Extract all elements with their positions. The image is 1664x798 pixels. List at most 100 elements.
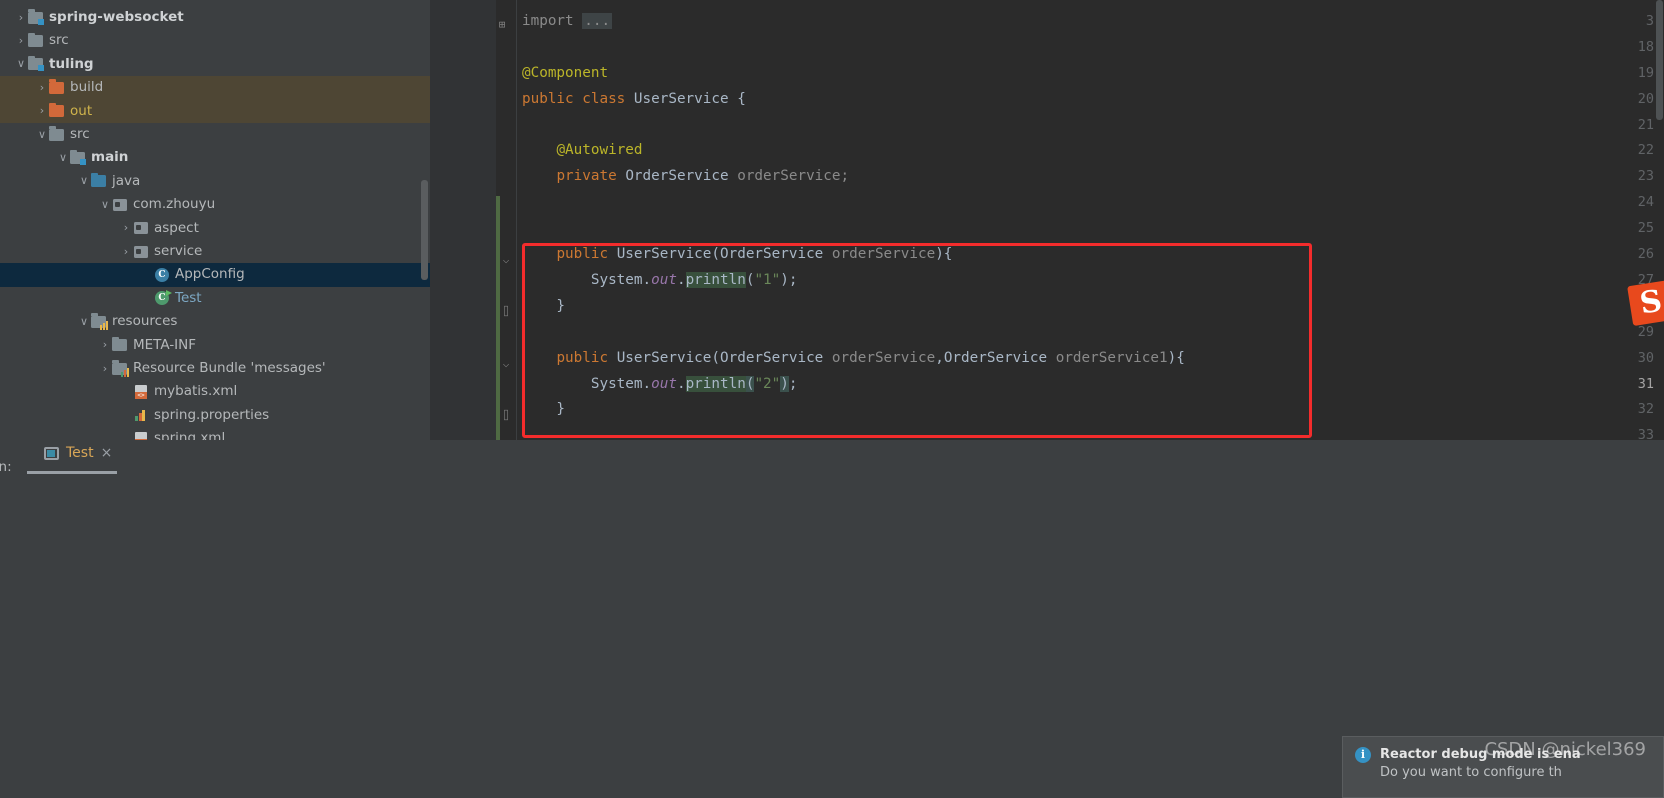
tree-item-build[interactable]: › build <box>0 76 430 100</box>
notification-popup[interactable]: i Reactor debug mode is ena Do you want … <box>1342 736 1664 798</box>
gutter-line-number: 30 <box>1637 349 1654 366</box>
notification-subtitle: Do you want to configure th <box>1380 765 1562 780</box>
fold-collapse-icon[interactable]: ⌵ <box>500 254 512 266</box>
editor-gutter[interactable] <box>430 0 496 440</box>
folder-sources-icon <box>91 172 106 188</box>
chevron-right-icon[interactable]: › <box>35 104 49 118</box>
chevron-right-icon[interactable]: › <box>98 338 112 352</box>
code-line[interactable]: System.out.println("1"); <box>522 271 797 288</box>
folder-excluded-icon <box>49 102 64 118</box>
chevron-right-icon[interactable]: › <box>35 81 49 95</box>
run-configuration-icon <box>44 446 59 460</box>
run-window-header: un: <box>0 452 1664 482</box>
tree-item-aspect[interactable]: › aspect <box>0 217 430 240</box>
code-line[interactable]: public UserService(OrderService orderSer… <box>522 350 1184 366</box>
fold-collapse-icon[interactable]: ⌵ <box>500 358 512 370</box>
tree-item-resource-bundle-messages[interactable]: › Resource Bundle 'messages' <box>0 357 430 380</box>
tree-item-out[interactable]: › out <box>0 99 430 123</box>
code-line[interactable]: } <box>522 298 565 314</box>
tree-item-label: build <box>70 79 104 96</box>
chevron-down-icon[interactable]: ∨ <box>14 57 28 71</box>
gutter-line-number: 24 <box>1637 194 1654 211</box>
chevron-right-icon[interactable]: › <box>14 11 28 25</box>
tree-item-label: src <box>70 125 90 142</box>
run-window-label: un: <box>0 459 12 475</box>
gutter-line-number: 21 <box>1637 116 1654 133</box>
chevron-right-icon[interactable]: › <box>14 34 28 48</box>
tree-item-label: AppConfig <box>175 266 245 283</box>
tree-item-com-zhouyu[interactable]: ∨ com.zhouyu <box>0 193 430 216</box>
tree-item-label: mybatis.xml <box>154 383 238 400</box>
code-editor[interactable]: 2318192021222324252627282930313233 ⊞⌵⌷⌵⌷… <box>430 0 1664 440</box>
package-icon <box>134 245 148 258</box>
tree-scrollbar-thumb[interactable] <box>421 180 428 280</box>
tree-item-mybatis-xml[interactable]: mybatis.xml <box>0 380 430 403</box>
editor-scrollbar-thumb[interactable] <box>1656 0 1663 120</box>
info-icon: i <box>1355 747 1371 763</box>
chevron-right-icon[interactable]: › <box>119 245 133 259</box>
tree-item-label: src <box>49 32 69 49</box>
tree-item-label: Test <box>175 289 202 306</box>
gutter-line-number: 19 <box>1637 64 1654 81</box>
tree-item-label: tuling <box>49 55 94 72</box>
gutter-line-number: 22 <box>1637 142 1654 159</box>
chevron-right-icon[interactable]: › <box>119 221 133 235</box>
chevron-down-icon[interactable]: ∨ <box>77 174 91 188</box>
folder-module-icon <box>28 9 44 25</box>
folder-excluded-icon <box>49 79 64 94</box>
chevron-down-icon[interactable]: ∨ <box>77 315 91 329</box>
code-line[interactable]: import ... <box>522 12 613 29</box>
package-icon <box>134 222 148 235</box>
gutter-line-number: 20 <box>1637 90 1654 107</box>
tree-item-label: Resource Bundle 'messages' <box>133 359 326 376</box>
tree-item-main[interactable]: ∨ main <box>0 146 430 169</box>
code-line[interactable]: } <box>522 401 565 417</box>
ide-window: › spring-websocket › src ∨ tuling › build › out ∨ s… <box>0 0 1664 798</box>
package-icon <box>113 198 127 211</box>
folder-icon <box>112 336 127 352</box>
tree-item-label: spring.properties <box>154 406 270 423</box>
chevron-right-icon[interactable]: › <box>98 362 112 376</box>
chevron-down-icon[interactable]: ∨ <box>35 128 49 142</box>
chevron-down-icon[interactable]: ∨ <box>56 151 70 165</box>
code-line[interactable]: @Autowired <box>522 142 642 158</box>
project-tree-panel[interactable]: › spring-websocket › src ∨ tuling › build › out ∨ s… <box>0 0 430 440</box>
fold-end-icon[interactable]: ⌷ <box>500 306 512 318</box>
resource-bundle-icon <box>112 360 129 377</box>
tree-item-spring-websocket[interactable]: › spring-websocket <box>0 6 430 29</box>
xml-file-icon <box>135 385 147 400</box>
java-class-runnable-icon: C <box>155 290 172 306</box>
tree-item-label: spring-websocket <box>49 8 184 25</box>
run-tab-test[interactable]: Test × <box>40 443 116 463</box>
fold-end-icon[interactable]: ⌷ <box>500 410 512 422</box>
code-line[interactable]: private OrderService orderService; <box>522 168 849 184</box>
tree-item-java[interactable]: ∨ java <box>0 170 430 193</box>
tree-item-meta-inf[interactable]: › META-INF <box>0 334 430 357</box>
tree-item-service[interactable]: › service <box>0 240 430 263</box>
fold-expand-icon[interactable]: ⊞ <box>496 19 508 31</box>
tree-item-src[interactable]: ∨ src <box>0 123 430 146</box>
editor-scrollbar[interactable] <box>1655 0 1664 440</box>
close-icon[interactable]: × <box>101 445 113 461</box>
tree-item-appconfig[interactable]: C AppConfig <box>0 263 430 287</box>
tree-item-spring-properties[interactable]: spring.properties <box>0 404 430 427</box>
code-line[interactable]: @Component <box>522 65 608 81</box>
tree-item-label: resources <box>112 313 178 330</box>
code-line[interactable]: public UserService(OrderService orderSer… <box>522 246 952 262</box>
gutter-line-number: 25 <box>1637 220 1654 237</box>
tree-item-resources[interactable]: ∨ resources <box>0 310 430 333</box>
tree-item-tuling[interactable]: ∨ tuling <box>0 53 430 76</box>
java-class-icon: C <box>155 268 169 283</box>
tree-item-src[interactable]: › src <box>0 29 430 52</box>
sogou-ime-logo: S <box>1627 279 1664 327</box>
code-line[interactable]: public class UserService { <box>522 91 746 107</box>
notification-title: Reactor debug mode is ena <box>1380 747 1581 762</box>
chevron-down-icon[interactable]: ∨ <box>98 198 112 212</box>
tree-item-label: com.zhouyu <box>133 196 216 213</box>
folder-module-icon <box>28 55 44 72</box>
tree-item-test[interactable]: C Test <box>0 287 430 310</box>
code-line[interactable]: System.out.println("2"); <box>522 375 797 392</box>
tree-item-spring-xml[interactable]: spring.xml <box>0 427 430 440</box>
gutter-divider <box>516 0 517 440</box>
tree-item-label: aspect <box>154 219 199 236</box>
